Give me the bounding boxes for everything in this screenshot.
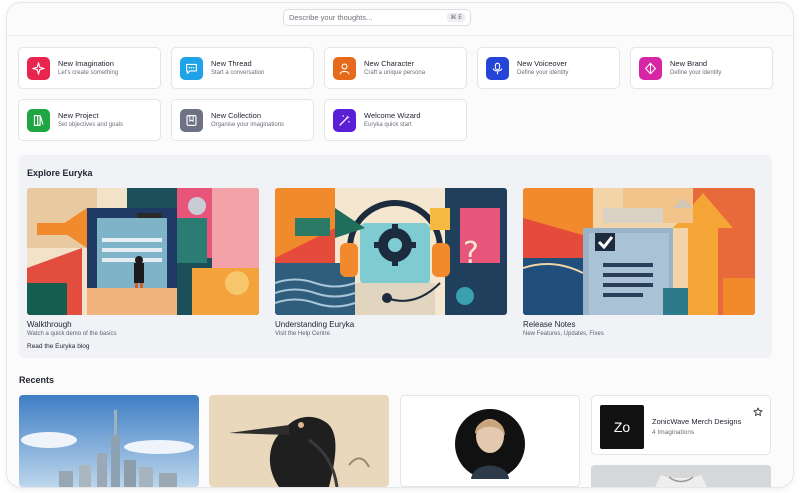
quick-action-title: New Voiceover: [517, 58, 568, 68]
wand-icon: [333, 108, 356, 132]
quick-action-title: New Character: [364, 58, 415, 68]
quick-action-title: Welcome Wizard: [364, 110, 421, 120]
card-title: Release Notes: [523, 320, 576, 329]
brand-name: ZonicWave Merch Designs: [652, 417, 742, 426]
recent-item-shirt[interactable]: [591, 465, 771, 487]
quick-action-subtitle: Start a conversation: [211, 69, 265, 76]
sparkle-icon: [27, 56, 50, 80]
city-skyline-image: [19, 395, 199, 487]
new-thread-button[interactable]: New Thread Start a conversation: [171, 47, 314, 89]
new-character-button[interactable]: New Character Craft a unique persona: [324, 47, 467, 89]
quick-action-subtitle: Let's create something: [58, 69, 119, 76]
new-brand-button[interactable]: New Brand Define your identity: [630, 47, 773, 89]
quick-action-subtitle: Define your identity: [517, 69, 569, 76]
card-subtitle: New Features, Updates, Fixes: [523, 331, 604, 337]
quick-action-subtitle: Set objectives and goals: [58, 121, 124, 128]
book-icon: [27, 108, 50, 132]
top-bar: ⌘ E: [7, 3, 793, 35]
quick-action-title: New Project: [58, 110, 99, 120]
new-project-button[interactable]: New Project Set objectives and goals: [18, 99, 161, 141]
quick-action-subtitle: Euryka quick start: [364, 121, 412, 128]
search-input[interactable]: [289, 13, 448, 22]
card-title: Walkthrough: [27, 320, 72, 329]
recent-item-city[interactable]: [19, 395, 199, 487]
quick-action-subtitle: Organise your imaginations: [211, 121, 285, 128]
walkthrough-thumbnail: [27, 188, 259, 315]
understanding-thumbnail: ?: [275, 188, 507, 315]
search-box[interactable]: ⌘ E: [283, 9, 471, 26]
recent-item-portrait[interactable]: [400, 395, 580, 487]
explore-section: Explore Euryka Walkthrough Watch a quick…: [19, 155, 772, 358]
quick-action-subtitle: Define your identity: [670, 69, 722, 76]
brand-logo: Zo: [600, 405, 644, 449]
quick-action-title: New Imagination: [58, 58, 114, 68]
welcome-wizard-button[interactable]: Welcome Wizard Euryka quick start: [324, 99, 467, 141]
recent-brand-card[interactable]: Zo ZonicWave Merch Designs 4 Imagination…: [591, 395, 771, 455]
quick-action-title: New Thread: [211, 58, 252, 68]
crow-image: [209, 395, 389, 487]
quick-action-title: New Brand: [670, 58, 708, 68]
recent-item-crow[interactable]: [209, 395, 389, 487]
card-subtitle: Visit the Help Centre: [275, 331, 330, 337]
new-imagination-button[interactable]: New Imagination Let's create something: [18, 47, 161, 89]
new-voiceover-button[interactable]: New Voiceover Define your identity: [477, 47, 620, 89]
quick-action-title: New Collection: [211, 110, 262, 120]
section-title: Explore Euryka: [27, 168, 93, 178]
person-icon: [333, 56, 356, 80]
shortcut-badge: ⌘ E: [447, 13, 465, 22]
brand-icon: [639, 56, 662, 80]
star-icon[interactable]: [753, 407, 763, 417]
release-notes-card[interactable]: Release Notes New Features, Updates, Fix…: [523, 188, 755, 338]
understanding-euryka-card[interactable]: ? Understanding Euryka Visit the Help Ce…: [275, 188, 507, 338]
imagination-count: 4 Imaginations: [652, 429, 695, 436]
app-window: ⌘ E New Imagination Let's create somethi…: [7, 3, 793, 487]
svg-text:?: ?: [463, 236, 479, 271]
recents-title: Recents: [19, 375, 55, 385]
chat-icon: [180, 56, 203, 80]
walkthrough-card[interactable]: Walkthrough Watch a quick demo of the ba…: [27, 188, 259, 338]
card-subtitle: Watch a quick demo of the basics: [27, 331, 117, 337]
bookmark-icon: [180, 108, 203, 132]
new-collection-button[interactable]: New Collection Organise your imagination…: [171, 99, 314, 141]
microphone-icon: [486, 56, 509, 80]
card-title: Understanding Euryka: [275, 320, 355, 329]
release-notes-thumbnail: [523, 188, 755, 315]
portrait-image: [455, 409, 525, 479]
shirt-image: [591, 465, 771, 487]
quick-action-subtitle: Craft a unique persona: [364, 69, 426, 76]
header-divider: [7, 35, 793, 36]
blog-link[interactable]: Read the Euryka blog: [27, 343, 90, 350]
